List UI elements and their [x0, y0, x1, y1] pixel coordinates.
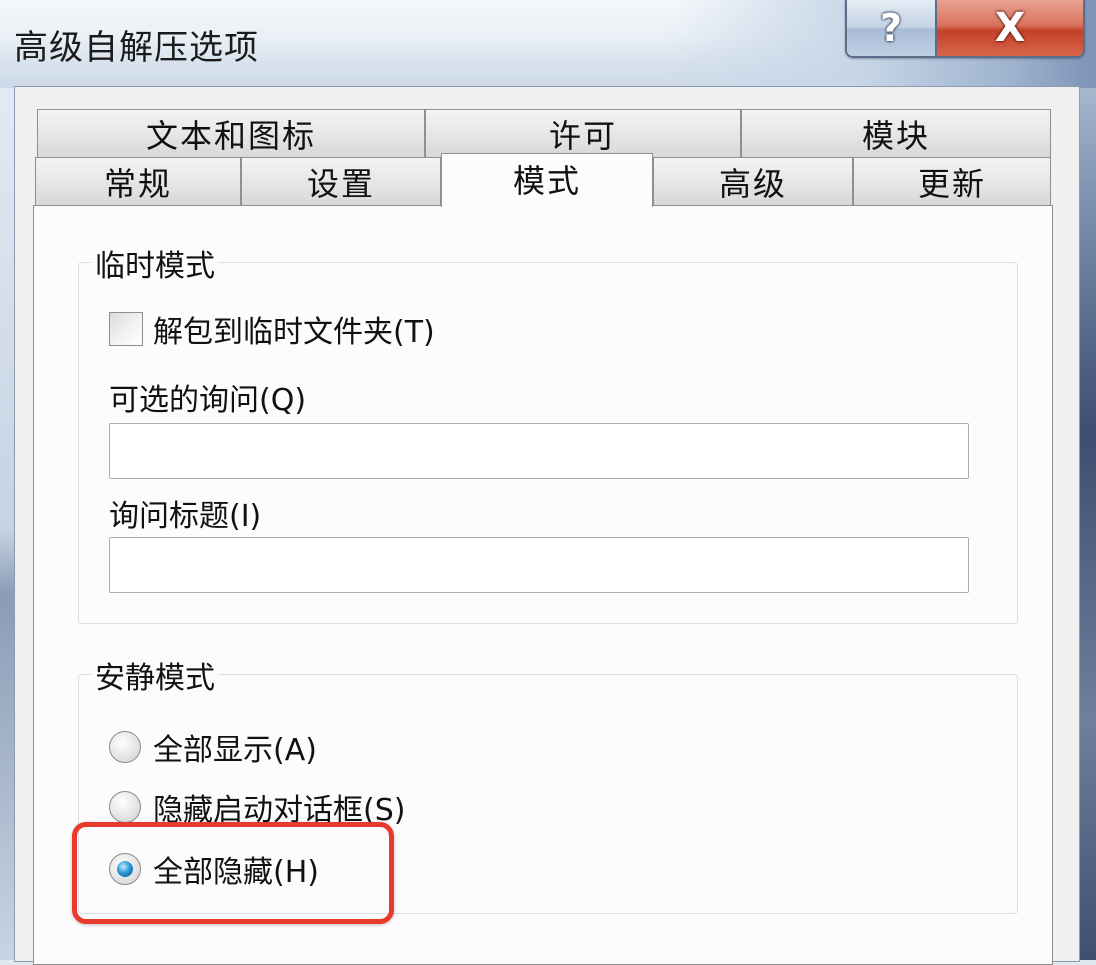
radio-show-all-row[interactable]: 全部显示(A) [109, 725, 317, 769]
desktop-background-right [1078, 0, 1096, 960]
temp-mode-group-label: 临时模式 [91, 241, 219, 285]
close-button[interactable]: X [937, 0, 1083, 56]
unpack-temp-checkbox-row[interactable]: 解包到临时文件夹(T) [109, 307, 435, 351]
temp-mode-group: 临时模式 解包到临时文件夹(T) 可选的询问(Q) 询问标题(I) [78, 241, 1018, 624]
unpack-temp-checkbox[interactable] [109, 312, 143, 346]
help-button[interactable]: ? [847, 0, 937, 56]
tab-module[interactable]: 模块 [741, 109, 1051, 157]
tab-license[interactable]: 许可 [425, 109, 741, 157]
radio-show-all-label: 全部显示(A) [153, 733, 317, 768]
radio-show-all[interactable] [109, 731, 141, 763]
tab-strip: 文本和图标 许可 模块 常规 设置 模式 高级 更新 [15, 87, 1079, 207]
tab-mode[interactable]: 模式 [441, 153, 653, 207]
window-title: 高级自解压选项 [14, 28, 259, 68]
tab-settings[interactable]: 设置 [241, 157, 441, 205]
unpack-temp-label: 解包到临时文件夹(T) [153, 315, 435, 350]
silent-mode-group-label: 安静模式 [91, 653, 219, 697]
help-icon: ? [879, 6, 903, 50]
tab-general[interactable]: 常规 [35, 157, 241, 205]
optional-prompt-label: 可选的询问(Q) [109, 383, 307, 418]
tab-advanced[interactable]: 高级 [653, 157, 853, 205]
radio-hide-start-dialog[interactable] [109, 791, 141, 823]
title-bar[interactable]: 高级自解压选项 ? X [0, 0, 1096, 88]
optional-prompt-input[interactable] [109, 423, 969, 479]
prompt-title-label: 询问标题(I) [109, 499, 262, 534]
caption-buttons: ? X [845, 0, 1085, 58]
tab-update[interactable]: 更新 [853, 157, 1051, 205]
desktop-background-left [0, 0, 14, 960]
close-icon: X [994, 5, 1026, 51]
prompt-title-input[interactable] [109, 537, 969, 593]
tab-text-and-icon[interactable]: 文本和图标 [37, 109, 425, 157]
annotation-highlight-box [72, 822, 394, 924]
